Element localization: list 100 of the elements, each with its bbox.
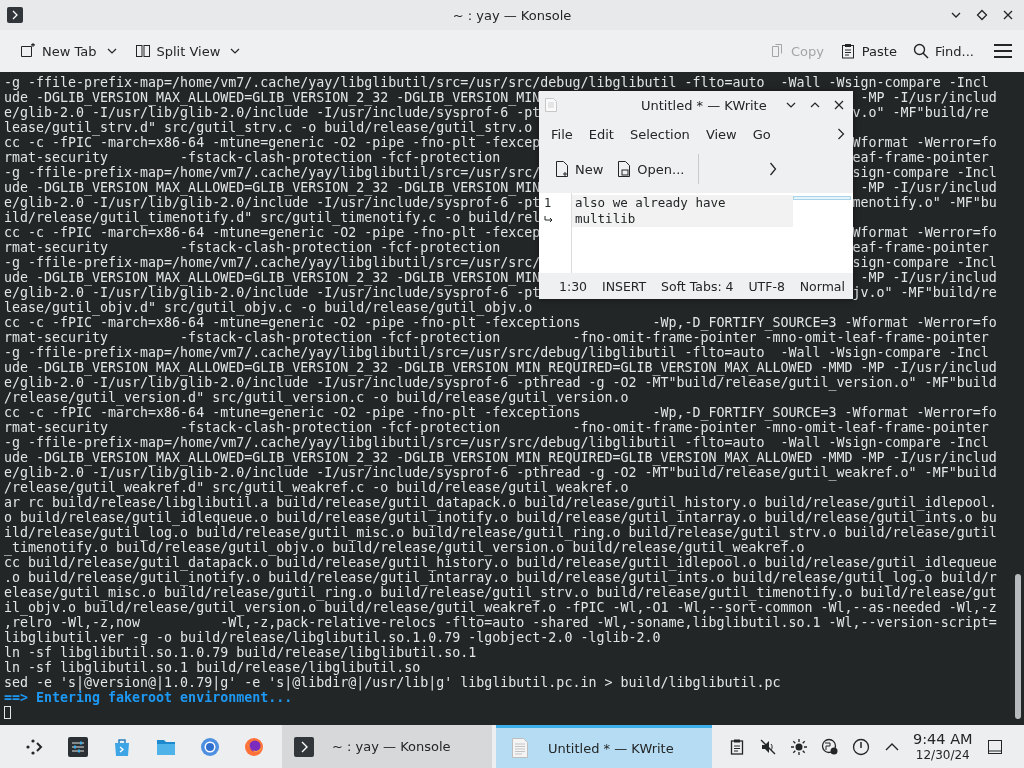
terminal-line: cc -c -fPIC -march=x86-64 -mtune=generic -O2 -pipe -fno-plt -fexceptions -Wp,-D_FORTIFY_SOURCE=3 -Wformat -Werror=fo: [4, 405, 997, 420]
toolbar-button[interactable]: Paste: [833, 39, 903, 63]
terminal-line: -g -ffile-prefix-map=/home/vm7/.cache/yay/libglibutil/src=/usr/src/debug/libglibutil -flto=auto -Wall -Wsign-compare -Incl: [4, 75, 989, 90]
split-view-icon: [134, 43, 151, 59]
new-tab-icon: [20, 43, 36, 59]
terminal-line: -g -ffile-prefix-map=/home/vm7/.cache/yay/libglibutil/src=/usr/src/: [4, 255, 541, 270]
terminal-line: v.o" -MF"build/re: [852, 105, 989, 120]
terminal-line: rmat-security -fstack-clash-protection -fcf-protection -fno-omit-frame-pointer -mno-omit-leaf-frame-pointer: [4, 420, 989, 435]
menu-item[interactable]: Edit: [580, 124, 622, 144]
show-desktop-icon[interactable]: [986, 738, 1003, 755]
terminal-icon: [294, 736, 314, 757]
settings-icon[interactable]: [68, 736, 88, 757]
text-editor[interactable]: 1 also we already have multilib: [539, 193, 853, 273]
terminal-line: _timenotify.o build/release/gutil_objv.o build/release/gutil_version.o build/release/gutil_weakref.o: [4, 540, 805, 555]
window-title: Untitled * — KWrite: [641, 97, 767, 113]
window-title: ~ : yay — Konsole: [451, 7, 573, 23]
terminal-line: ln -sf libglibutil.so.1 build/release/libglibutil.so: [4, 660, 421, 675]
document-icon: [545, 98, 557, 112]
text-cursor: [4, 706, 11, 719]
brightness-icon[interactable]: [790, 737, 808, 756]
terminal-line: -MP -I/usr/includ: [859, 180, 997, 195]
terminal-line: sign-compare -Incl: [852, 165, 997, 180]
status-item[interactable]: Normal: [799, 278, 845, 294]
wrap-arrow-icon: [544, 215, 554, 223]
clipboard-icon[interactable]: [728, 737, 746, 756]
terminal-line: ude -DGLIB_VERSION_MAX_ALLOWED=GLIB_VERSION_2_32 -DGLIB_VERSION_MIN: [4, 270, 541, 285]
taskbar-task[interactable]: ~ : yay — Konsole: [282, 725, 492, 768]
terminal-line: ,relro -Wl,-z,now -Wl,-z,pack-relative-relocs -flto=auto -shared -Wl,-soname,libglibutil.so.1 -Wl,--version-script=: [4, 615, 997, 630]
terminal-line: rmat-security -fstack-clash-protection -fcf-protection: [4, 240, 501, 255]
terminal-line: il_objv.o build/release/gutil_version.o build/release/gutil_weakref.o -fPIC -Wl,-O1 -Wl,--sort-common -Wl,--as-needed -Wl,-z: [4, 600, 997, 615]
status-item[interactable]: UTF-8: [748, 278, 785, 294]
editor-text: multilib: [572, 211, 793, 227]
terminal-line: /release/gutil_version.d" src/gutil_version.c -o build/release/gutil_version.o: [4, 390, 629, 405]
caret-icon: [106, 48, 117, 54]
terminal-icon: [7, 7, 23, 23]
taskbar-task[interactable]: Untitled * — KWrite: [496, 725, 712, 768]
update-gauge-icon[interactable]: [852, 737, 870, 756]
browser-icon[interactable]: [200, 736, 220, 757]
terminal-line: lease/gutil_objv.d" src/gutil_objv.c -o build/release/gutil_objv.o: [4, 300, 533, 315]
terminal-line: rmat-security -fstack-clash-protection -fcf-protection -fno-omit-frame-pointer -mno-omit-leaf-frame-pointer: [4, 330, 989, 345]
document-icon: [510, 738, 530, 758]
terminal-line: ude -DGLIB_VERSION_MAX_ALLOWED=GLIB_VERSION_2_32 -DGLIB_VERSION_MIN_REQUIRED=GLIB_VERSION_MAX_ALLOWED -MMD -MP -I/usr/includ: [4, 450, 997, 465]
clipboard-icon: [839, 43, 856, 59]
terminal-line: o build/release/gutil_idlequeue.o build/release/gutil_inotify.o build/release/gutil_intarray.o build/release/gutil_ints.o bu: [4, 510, 997, 525]
terminal-line: ild/release/gutil_log.o build/release/gutil_misc.o build/release/gutil_ring.o build/release/gutil_strv.o build/release/gutil: [4, 525, 997, 540]
toolbar-button[interactable]: Find...: [906, 39, 980, 63]
terminal-line: ude -DGLIB_VERSION_MAX_ALLOWED=GLIB_VERSION_2_32 -DGLIB_VERSION_MIN_REQUIRED=GLIB_VERSION_MAX_ALLOWED -MMD -MP -I/usr/includ: [4, 360, 997, 375]
close-icon[interactable]: [1002, 9, 1014, 21]
menu-item[interactable]: Go: [744, 124, 779, 144]
clock[interactable]: 9:44 AM 12/30/24: [913, 731, 973, 762]
terminal-line: cc -c -fPIC -march=x86-64 -mtune=generic -O2 -pipe -fno-plt -fexcep: [4, 135, 541, 150]
store-bag-icon[interactable]: [112, 736, 132, 757]
toolbar-button[interactable]: Open...: [611, 157, 693, 181]
terminal-line: -MP -I/usr/includ: [859, 90, 997, 105]
terminal-line: sed -e 's|@version@|1.0.79|g' -e 's|@libdir@|/usr/lib|g' libglibutil.pc.in > build/libglibutil.pc: [4, 675, 781, 690]
terminal-line: Wformat -Werror=fo: [852, 135, 997, 150]
terminal-line: lease/gutil_strv.d" src/gutil_strv.c -o build/release/gutil_strv.o: [4, 120, 533, 135]
terminal-line: -MP -I/usr/includ: [859, 270, 997, 285]
terminal-line: ln -sf libglibutil.so.1.0.79 build/release/libglibutil.so.1: [4, 645, 477, 660]
terminal-line: rmat-security -fstack-clash-protection -fcf-protection: [4, 150, 501, 165]
line-number: 1: [543, 195, 553, 211]
menu-icon[interactable]: [994, 44, 1012, 58]
network-globe-icon[interactable]: [821, 737, 839, 756]
terminal-line: elease/gutil_misc.o build/release/gutil_ring.o build/release/gutil_strv.o build/release/gutil_timenotify.o build/release/gut: [4, 585, 997, 600]
terminal-line: -g -ffile-prefix-map=/home/vm7/.cache/yay/libglibutil/src=/usr/src/debug/libglibutil -flto=auto -Wall -Wsign-compare -Incl: [4, 435, 989, 450]
menu-item[interactable]: Selection: [621, 124, 698, 144]
terminal-line: /release/gutil_weakref.d" src/gutil_weakref.c -o build/release/gutil_weakref.o: [4, 480, 629, 495]
menu-item[interactable]: View: [697, 124, 745, 144]
terminal-line: jv.o" -MF"build/re: [852, 285, 997, 300]
terminal-line: sign-compare -Incl: [852, 255, 997, 270]
terminal-line: cc -c -fPIC -march=x86-64 -mtune=generic -O2 -pipe -fno-plt -fexcep: [4, 225, 541, 240]
terminal-line: ude -DGLIB_VERSION_MAX_ALLOWED=GLIB_VERSION_2_32 -DGLIB_VERSION_MIN: [4, 180, 541, 195]
search-icon: [912, 43, 929, 59]
editor-text: also we already have: [572, 195, 793, 211]
status-item[interactable]: 1:30: [559, 278, 588, 294]
terminal-line: -g -ffile-prefix-map=/home/vm7/.cache/yay/libglibutil/src=/usr/src/debug/libglibutil -flto=auto -Wall -Wsign-compare -Incl: [4, 345, 989, 360]
new-document-icon: [555, 161, 569, 177]
terminal-line: libglibutil.ver -g -o build/release/libglibutil.so.1.0.79 -lgobject-2.0 -lglib-2.0: [4, 630, 661, 645]
terminal-line: ude -DGLIB_VERSION_MAX_ALLOWED=GLIB_VERSION_2_32 -DGLIB_VERSION_MIN: [4, 90, 541, 105]
terminal-line: eaf-frame-pointer: [852, 240, 989, 255]
clock-time: 9:44 AM: [913, 731, 973, 748]
maximize-icon[interactable]: [976, 9, 988, 21]
speaker-muted-icon[interactable]: [759, 737, 777, 756]
terminal-line: e/glib-2.0 -I/usr/lib/glib-2.0/include -I/usr/include/sysprof-6 -pthread -g -O2 -MT"build/release/gutil_weakref.o" -MF"build: [4, 465, 997, 480]
toolbar-button[interactable]: Split View: [128, 39, 247, 63]
clock-date: 12/30/24: [915, 748, 970, 762]
terminal-line: eaf-frame-pointer: [852, 150, 989, 165]
chevron-right-icon: [837, 128, 845, 140]
terminal-line: e/glib-2.0 -I/usr/lib/glib-2.0/include -I/usr/include/sysprof-6 -pt: [4, 285, 541, 300]
terminal-line: e/glib-2.0 -I/usr/lib/glib-2.0/include -I/usr/include/sysprof-6 -pt: [4, 195, 541, 210]
scrollbar-thumb[interactable]: [1015, 574, 1021, 719]
status-item[interactable]: INSERT: [601, 278, 647, 294]
status-item[interactable]: Soft Tabs: 4: [661, 278, 734, 294]
fox-browser-icon[interactable]: [244, 736, 264, 757]
toolbar-button[interactable]: New Tab: [14, 39, 123, 63]
close-icon[interactable]: [833, 99, 845, 111]
terminal-line: menotify.o" -MF"bu: [852, 195, 997, 210]
menu-item[interactable]: File: [543, 124, 581, 144]
chevron-right-icon: [769, 162, 778, 176]
toolbar-button[interactable]: New: [549, 157, 612, 181]
